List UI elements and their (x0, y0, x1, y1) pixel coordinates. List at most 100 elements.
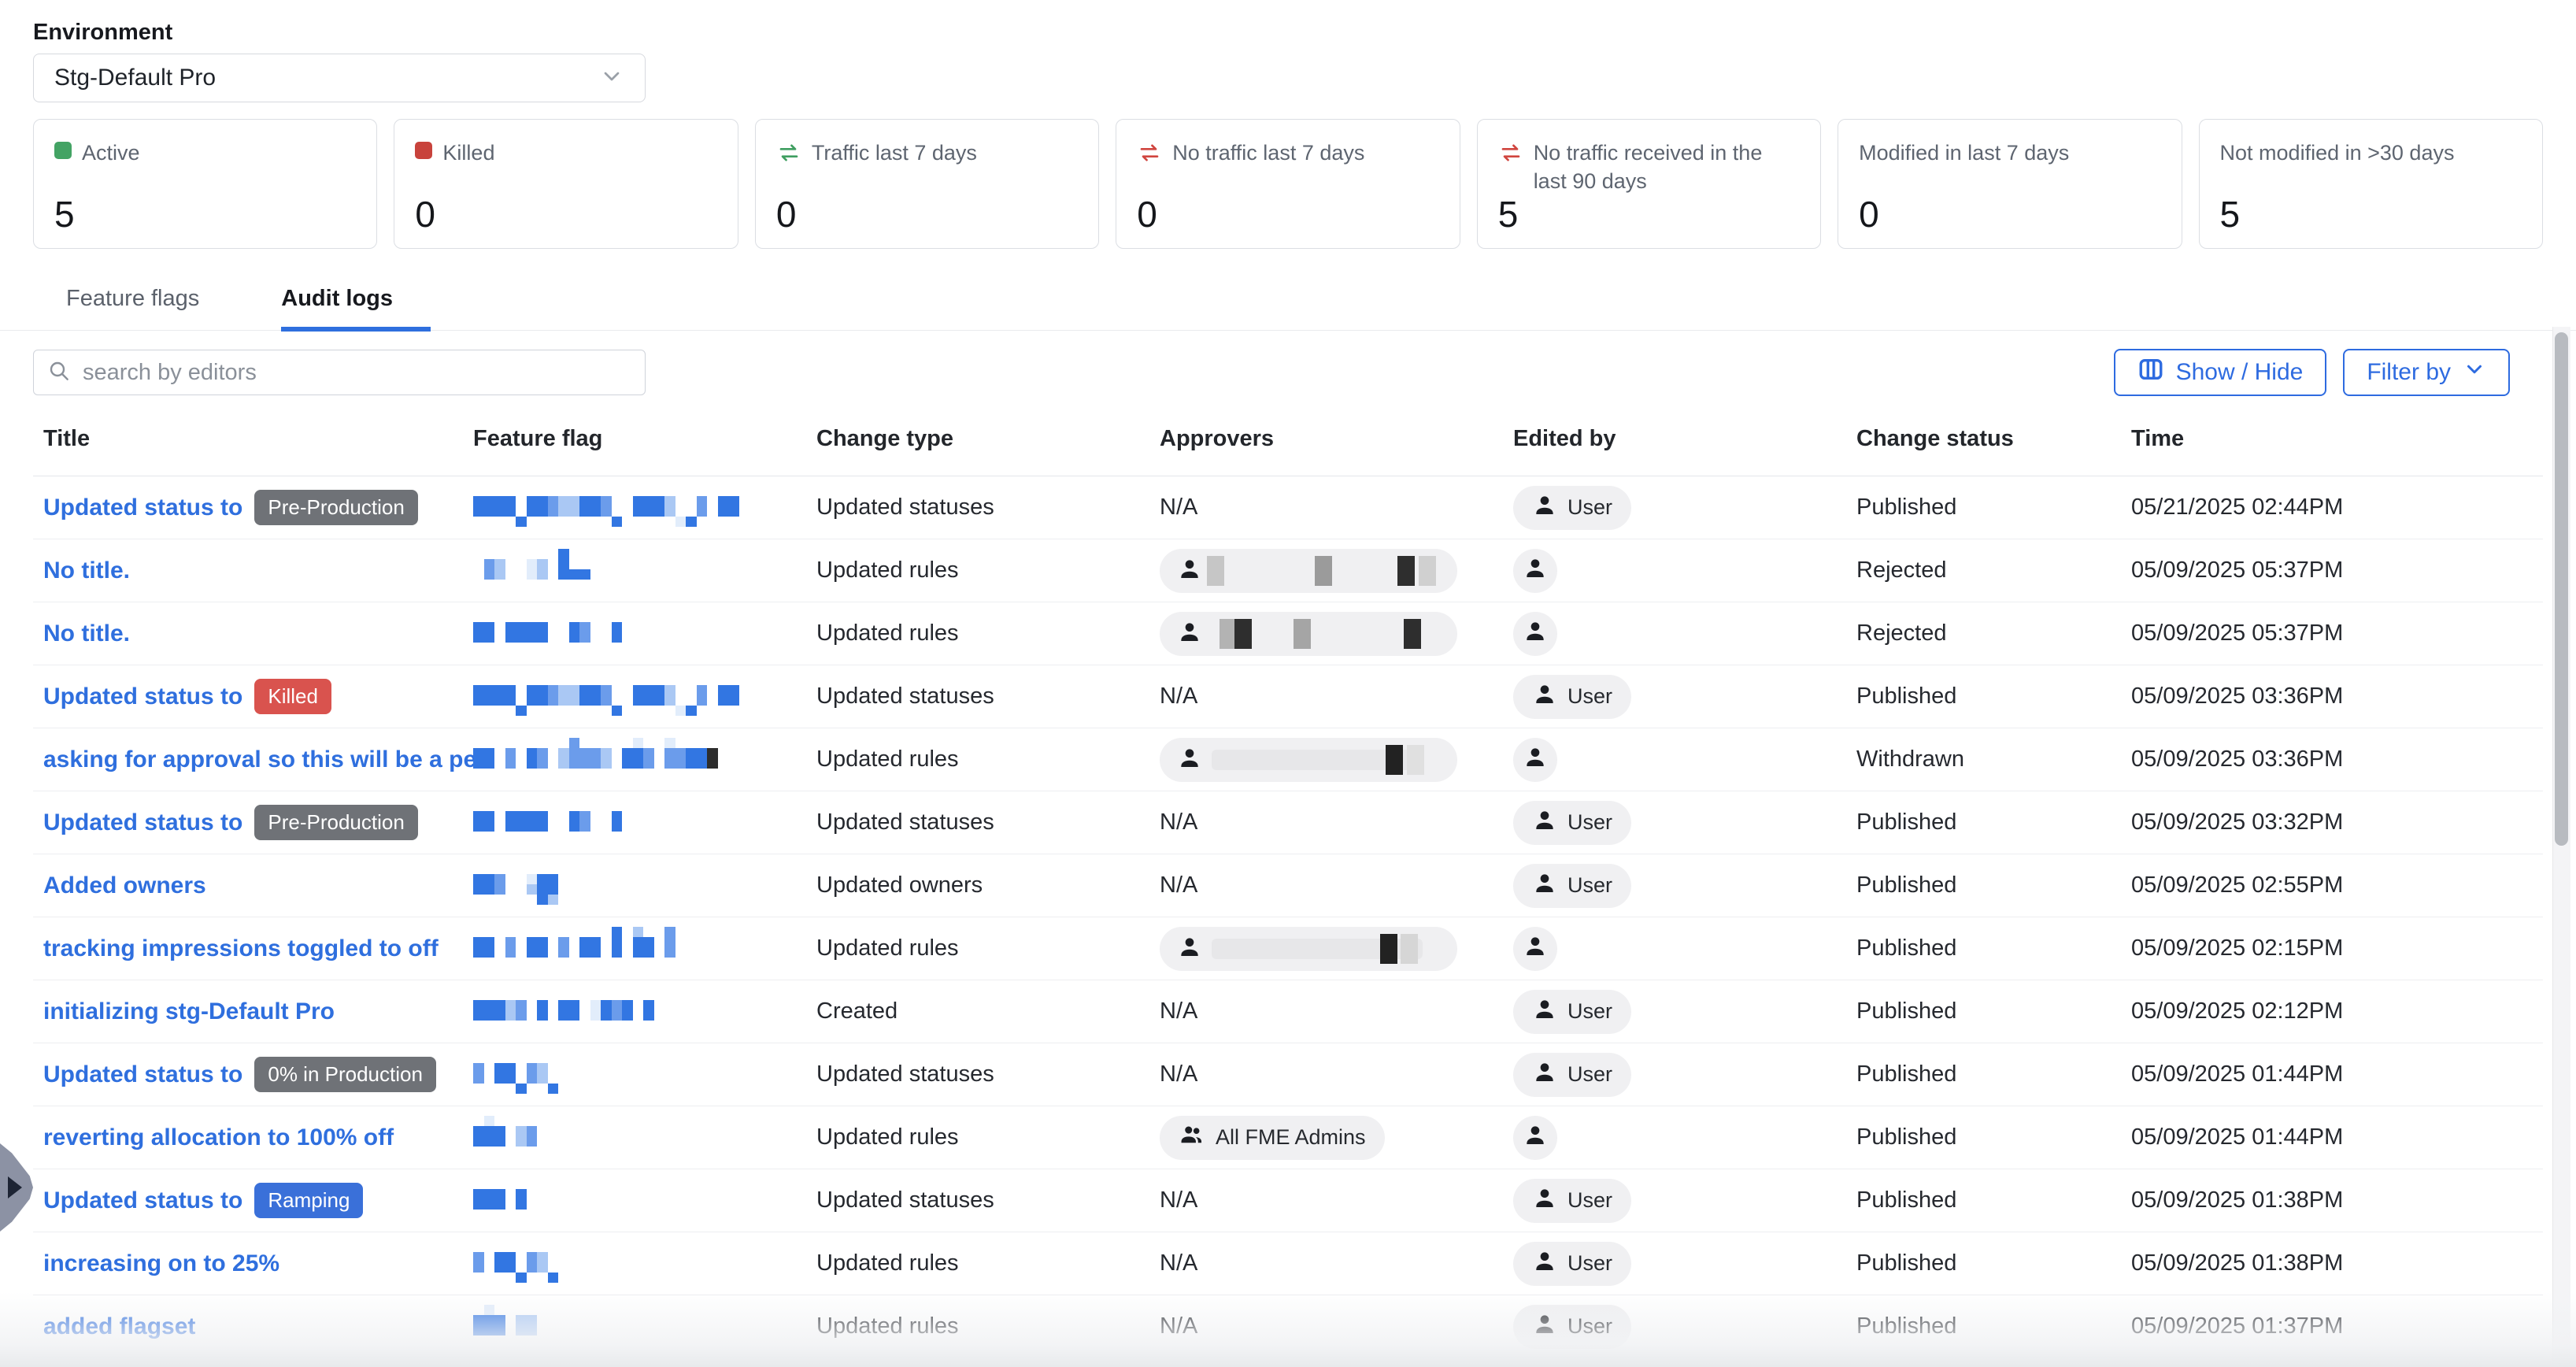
column-header-title: Title (43, 426, 473, 452)
approvers-cell (1160, 612, 1513, 656)
status-badge: Killed (254, 679, 331, 714)
toolbar: Show / Hide Filter by (33, 349, 2543, 396)
edited-by-cell: User (1513, 1305, 1856, 1349)
stat-card: No traffic received in the last 90 days5 (1477, 119, 1821, 249)
edited-by-user-pill: User (1513, 675, 1631, 719)
audit-title-link[interactable]: increasing on to 25% (43, 1250, 279, 1277)
audit-title-link[interactable]: Updated status to (43, 809, 242, 836)
feature-flag-redacted (473, 855, 816, 917)
table-row: No title. Updated rules Rejected 05/09/2… (33, 539, 2543, 602)
filter-by-button[interactable]: Filter by (2343, 349, 2510, 396)
change-type-cell: Updated statuses (816, 684, 1160, 709)
table-row: increasing on to 25% Updated rules N/A U… (33, 1232, 2543, 1295)
audit-title-link[interactable]: added flagset (43, 1313, 195, 1340)
approver-redacted-pill (1160, 549, 1457, 593)
feature-flag-redacted (473, 477, 816, 539)
edited-by-cell (1513, 1116, 1856, 1160)
status-square-icon (415, 142, 432, 159)
approver-redacted-pill (1160, 927, 1457, 971)
column-header-feature-flag: Feature flag (473, 426, 816, 452)
status-badge (142, 553, 168, 588)
audit-title-link[interactable]: tracking impressions toggled to off (43, 935, 439, 962)
change-type-cell: Updated statuses (816, 1187, 1160, 1213)
traffic-arrows-icon (776, 139, 801, 172)
search-input[interactable] (81, 359, 632, 387)
status-badge (218, 868, 245, 903)
change-status-cell: Published (1856, 684, 2131, 709)
person-icon (1532, 1311, 1557, 1342)
approver-group-pill: All FME Admins (1160, 1116, 1385, 1160)
approvers-cell: N/A (1160, 809, 1513, 835)
approvers-cell: N/A (1160, 1313, 1513, 1339)
person-icon (1532, 1248, 1557, 1279)
time-cell: 05/09/2025 01:38PM (2131, 1250, 2543, 1276)
person-icon (1523, 744, 1548, 775)
person-icon (1532, 492, 1557, 523)
audit-title-link[interactable]: Updated status to (43, 495, 242, 521)
stat-card-label: Active (82, 139, 140, 167)
person-icon (1532, 996, 1557, 1027)
audit-title-link[interactable]: initializing stg-Default Pro (43, 998, 335, 1025)
chevron-down-icon (2463, 357, 2486, 387)
stat-card-value: 0 (1859, 196, 2160, 232)
audit-title-link[interactable]: No title. (43, 621, 130, 647)
status-badge (450, 931, 473, 966)
feature-flag-redacted (473, 540, 816, 602)
environment-select[interactable]: Stg-Default Pro (33, 54, 646, 102)
change-type-cell: Updated rules (816, 1124, 1160, 1150)
feature-flag-redacted (473, 1107, 816, 1169)
audit-title-link[interactable]: No title. (43, 558, 130, 584)
status-badge: Pre-Production (254, 490, 417, 525)
change-type-cell: Updated rules (816, 621, 1160, 646)
edited-by-cell: User (1513, 486, 1856, 530)
show-hide-label: Show / Hide (2176, 359, 2304, 386)
table-row: initializing stg-Default Pro Created N/A… (33, 980, 2543, 1043)
change-type-cell: Created (816, 998, 1160, 1024)
audit-title-link[interactable]: Updated status to (43, 1187, 242, 1214)
environment-label: Environment (33, 20, 2543, 46)
edited-by-cell: User (1513, 990, 1856, 1034)
change-status-cell: Published (1856, 1313, 2131, 1339)
approvers-cell: N/A (1160, 495, 1513, 520)
approvers-cell (1160, 549, 1513, 593)
audit-title-link[interactable]: asking for approval so this will be a pe (43, 746, 473, 773)
audit-title-link[interactable]: Updated status to (43, 684, 242, 710)
time-cell: 05/09/2025 03:36PM (2131, 746, 2543, 772)
edited-by-cell (1513, 738, 1856, 782)
scrollbar-thumb[interactable] (2555, 332, 2568, 846)
stat-card: Not modified in >30 days5 (2199, 119, 2543, 249)
stat-card: Active5 (33, 119, 377, 249)
time-cell: 05/09/2025 01:44PM (2131, 1124, 2543, 1150)
change-status-cell: Published (1856, 1250, 2131, 1276)
tab-feature-flags[interactable]: Feature flags (66, 286, 199, 330)
change-status-cell: Rejected (1856, 621, 2131, 646)
change-type-cell: Updated statuses (816, 1061, 1160, 1087)
stat-card-label: Traffic last 7 days (812, 139, 977, 167)
edited-by-cell (1513, 927, 1856, 971)
audit-title-link[interactable]: reverting allocation to 100% off (43, 1124, 394, 1151)
edited-by-cell: User (1513, 1053, 1856, 1097)
audit-title-link[interactable]: Added owners (43, 872, 206, 899)
stat-card-value: 0 (776, 196, 1078, 232)
time-cell: 05/09/2025 03:36PM (2131, 684, 2543, 709)
person-icon (1532, 1185, 1557, 1216)
audit-title-link[interactable]: Updated status to (43, 1061, 242, 1088)
table-row: Updated status to 0% in Production Updat… (33, 1043, 2543, 1106)
columns-icon (2137, 356, 2164, 389)
feature-flag-redacted (473, 729, 816, 791)
person-icon (1523, 555, 1548, 586)
person-icon (1523, 618, 1548, 649)
tab-audit-logs[interactable]: Audit logs (281, 286, 393, 330)
time-cell: 05/21/2025 02:44PM (2131, 495, 2543, 520)
stats-cards: Active5Killed0Traffic last 7 days0No tra… (33, 119, 2543, 249)
status-badge (291, 1246, 318, 1281)
edited-by-cell (1513, 549, 1856, 593)
column-header-change-status: Change status (1856, 426, 2131, 452)
status-badge: Ramping (254, 1183, 363, 1218)
status-badge (207, 1309, 234, 1344)
stat-card-value: 5 (2220, 196, 2522, 232)
change-type-cell: Updated statuses (816, 809, 1160, 835)
show-hide-button[interactable]: Show / Hide (2114, 349, 2327, 396)
stat-card-label: No traffic received in the last 90 days (1534, 139, 1800, 196)
table-body: Updated status to Pre-Production Updated… (33, 476, 2543, 1367)
